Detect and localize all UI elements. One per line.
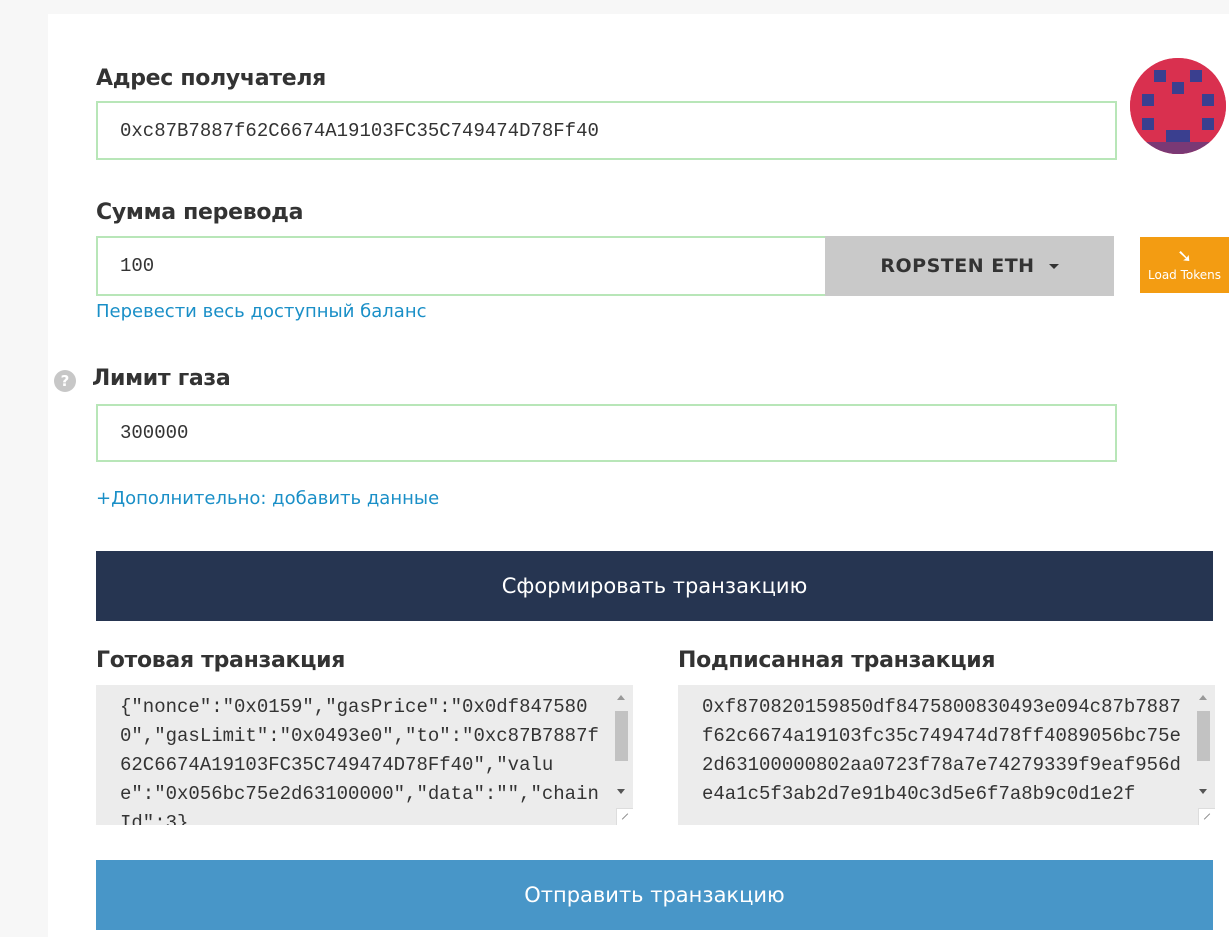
address-identicon: [1130, 58, 1226, 154]
help-icon[interactable]: ?: [54, 370, 76, 392]
chevron-down-icon: [1048, 263, 1059, 269]
raw-transaction-label: Готовая транзакция: [96, 648, 346, 673]
arrow-down-icon: ➘: [1176, 246, 1193, 267]
raw-transaction-scrollbar[interactable]: [613, 689, 629, 815]
scroll-up-icon[interactable]: [1199, 695, 1207, 700]
scroll-down-icon[interactable]: [617, 789, 625, 794]
currency-selected: ROPSTEN ETH: [880, 255, 1035, 277]
scroll-up-icon[interactable]: [617, 695, 625, 700]
signed-transaction-text: 0xf870820159850df8475800830493e094c87b78…: [702, 696, 1181, 805]
send-transaction-label: Отправить транзакцию: [524, 883, 785, 907]
gas-limit-input[interactable]: 300000: [96, 404, 1117, 462]
gas-limit-value: 300000: [120, 422, 189, 444]
signed-transaction-label: Подписанная транзакция: [678, 648, 996, 673]
signed-transaction-scrollbar[interactable]: [1195, 689, 1211, 815]
recipient-label: Адрес получателя: [96, 66, 326, 91]
generate-transaction-button[interactable]: Сформировать транзакцию: [96, 551, 1213, 621]
signed-transaction-textarea[interactable]: 0xf870820159850df8475800830493e094c87b78…: [678, 685, 1215, 825]
raw-transaction-textarea[interactable]: {"nonce":"0x0159","gasPrice":"0x0df84758…: [96, 685, 633, 825]
gas-limit-label: Лимит газа: [92, 366, 231, 391]
resize-handle-icon[interactable]: [616, 808, 633, 825]
send-transaction-button[interactable]: Отправить транзакцию: [96, 860, 1213, 930]
recipient-address-input[interactable]: 0xc87B7887f62C6674A19103FC35C749474D78Ff…: [96, 101, 1117, 160]
advanced-add-data-link[interactable]: +Дополнительно: добавить данные: [96, 488, 439, 509]
identicon-icon: [1130, 58, 1226, 154]
amount-input[interactable]: 100: [96, 236, 825, 296]
load-tokens-label: Load Tokens: [1148, 268, 1221, 282]
scroll-thumb[interactable]: [1197, 711, 1210, 761]
scroll-down-icon[interactable]: [1199, 789, 1207, 794]
recipient-address-value: 0xc87B7887f62C6674A19103FC35C749474D78Ff…: [120, 119, 599, 142]
raw-transaction-text: {"nonce":"0x0159","gasPrice":"0x0df84758…: [120, 696, 599, 825]
amount-label: Сумма перевода: [96, 200, 304, 225]
amount-value: 100: [120, 255, 155, 277]
resize-handle-icon[interactable]: [1198, 808, 1215, 825]
send-entire-balance-link[interactable]: Перевести весь доступный баланс: [96, 301, 427, 322]
generate-transaction-label: Сформировать транзакцию: [501, 574, 808, 598]
load-tokens-button[interactable]: ➘ Load Tokens: [1140, 237, 1229, 293]
scroll-thumb[interactable]: [615, 711, 628, 761]
currency-dropdown[interactable]: ROPSTEN ETH: [825, 236, 1114, 296]
